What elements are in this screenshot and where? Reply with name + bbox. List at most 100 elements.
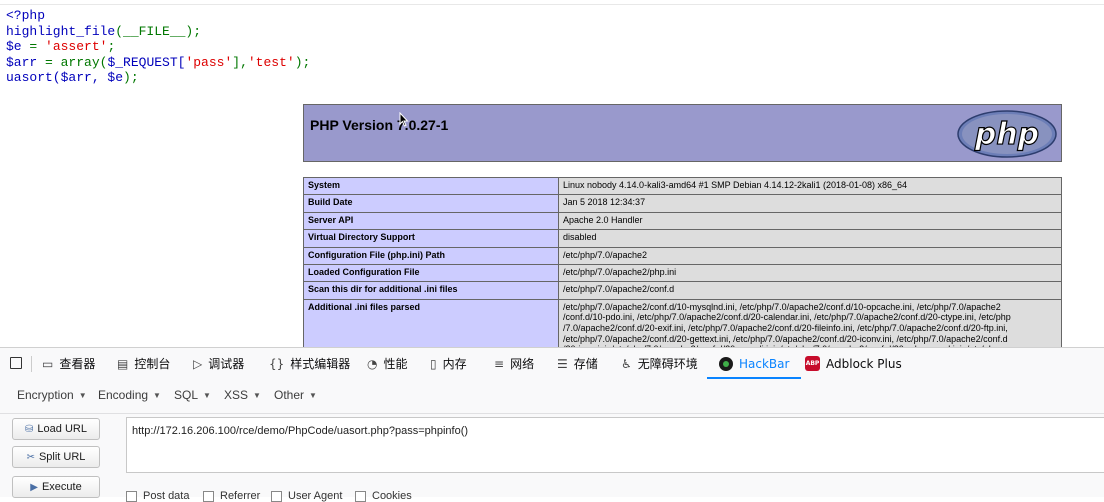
checkbox-cookies[interactable]: Cookies bbox=[355, 490, 412, 502]
menu-label: Encryption bbox=[17, 388, 74, 402]
top-divider bbox=[0, 4, 1104, 5]
tab-memory[interactable]: ▯ 内存 bbox=[430, 348, 467, 379]
tab-label: 内存 bbox=[442, 357, 467, 371]
adblock-icon: ABP bbox=[805, 356, 820, 371]
checkbox-box[interactable] bbox=[271, 490, 282, 502]
menu-label: Encoding bbox=[98, 388, 149, 402]
menu-xss[interactable]: XSS ▼ bbox=[224, 388, 261, 402]
load-icon: ⛁ bbox=[25, 423, 34, 435]
phpinfo-row-value: /etc/php/7.0/apache2 bbox=[558, 246, 1062, 265]
tab-console[interactable]: ▤ 控制台 bbox=[117, 348, 170, 379]
network-icon: ≡ bbox=[494, 356, 505, 371]
code-op: ; bbox=[107, 39, 116, 54]
row-label-text: System bbox=[308, 180, 341, 190]
tab-storage[interactable]: ☰ 存储 bbox=[557, 348, 598, 379]
phpinfo-row-value: Apache 2.0 Handler bbox=[558, 211, 1062, 231]
code-op: ); bbox=[294, 54, 311, 70]
url-textarea[interactable]: http://172.16.206.100/rce/demo/PhpCode/u… bbox=[126, 417, 1104, 473]
phpinfo-row: Build Date Jan 5 2018 12:34:37 bbox=[303, 194, 1062, 213]
tab-adblock-plus[interactable]: ABP Adblock Plus bbox=[805, 348, 902, 379]
row-value-text: disabled bbox=[563, 232, 597, 243]
code-str-pass: 'pass' bbox=[185, 54, 233, 70]
phpinfo-row-value: /etc/php/7.0/apache2/conf.d bbox=[558, 281, 1062, 300]
menu-sql[interactable]: SQL ▼ bbox=[174, 388, 211, 402]
element-picker-icon[interactable] bbox=[10, 357, 22, 369]
checkbox-label: Referrer bbox=[220, 490, 261, 502]
row-label-text: Build Date bbox=[308, 197, 353, 208]
menu-other[interactable]: Other ▼ bbox=[274, 388, 317, 402]
memory-icon: ▯ bbox=[430, 356, 437, 371]
execute-button[interactable]: ▶ Execute bbox=[12, 476, 100, 498]
phpinfo-row-value: Jan 5 2018 12:34:37 bbox=[558, 194, 1062, 213]
tab-inspector[interactable]: ▭ 查看器 bbox=[42, 348, 95, 379]
checkbox-referrer[interactable]: Referrer bbox=[203, 490, 260, 502]
tab-performance[interactable]: ◔ 性能 bbox=[367, 348, 408, 379]
checkbox-box[interactable] bbox=[203, 490, 214, 502]
row-value-text: /etc/php/7.0/apache2 bbox=[563, 249, 648, 260]
php-logo-text: php bbox=[974, 117, 1039, 152]
inspector-icon: ▭ bbox=[42, 356, 54, 371]
debugger-icon: ▷ bbox=[193, 356, 203, 371]
code-fn-uasort: uasort( bbox=[6, 70, 61, 85]
checkbox-box[interactable] bbox=[126, 490, 137, 502]
code-fn-highlight-file: highlight_file bbox=[6, 23, 116, 39]
code-var-e: $e bbox=[6, 39, 22, 54]
tab-label: 调试器 bbox=[208, 357, 245, 371]
checkbox-post-data[interactable]: Post data bbox=[126, 490, 189, 502]
url-value: http://172.16.206.100/rce/demo/PhpCode/u… bbox=[132, 425, 469, 437]
split-url-button[interactable]: ✂ Split URL bbox=[12, 446, 100, 468]
tab-debugger[interactable]: ▷ 调试器 bbox=[193, 348, 244, 379]
highlighted-source-code: <?php highlight_file(__FILE__); $e = 'as… bbox=[6, 8, 310, 86]
tab-label: 存储 bbox=[573, 357, 598, 371]
phpinfo-row-value: disabled bbox=[558, 229, 1062, 248]
ini-file-line: /etc/php/7.0/apache2/conf.d/10-mysqlnd.i… bbox=[563, 301, 1001, 312]
checkbox-label: User Agent bbox=[288, 490, 343, 502]
phpinfo-row-value: Linux nobody 4.14.0-kali3-amd64 #1 SMP D… bbox=[558, 176, 1062, 196]
phpinfo-row: Virtual Directory Support disabled bbox=[303, 229, 1062, 248]
phpinfo-row-label: Loaded Configuration File bbox=[303, 263, 559, 283]
load-url-button[interactable]: ⛁ Load URL bbox=[12, 418, 100, 440]
code-line-1: <?php bbox=[6, 8, 46, 23]
tab-label: HackBar bbox=[739, 356, 790, 371]
caret-down-icon: ▼ bbox=[78, 391, 87, 400]
code-fn-array: array( bbox=[60, 54, 108, 70]
button-label: Execute bbox=[41, 481, 82, 493]
button-label: Load URL bbox=[37, 423, 87, 435]
phpinfo-row-value: /etc/php/7.0/apache2/php.ini bbox=[558, 263, 1062, 283]
tab-style-editor[interactable]: {} 样式编辑器 bbox=[269, 348, 350, 379]
ini-file-line: /etc/php/7.0/apache2/conf.d/20-gettext.i… bbox=[563, 333, 1008, 344]
checkbox-label: Post data bbox=[143, 490, 190, 502]
mouse-cursor-icon bbox=[399, 112, 409, 127]
row-value-text: Jan 5 2018 12:34:37 bbox=[563, 197, 646, 208]
phpinfo-row: Loaded Configuration File/etc/php/7.0/ap… bbox=[303, 263, 1062, 283]
checkbox-user-agent[interactable]: User Agent bbox=[271, 490, 342, 502]
code-str-test: 'test' bbox=[247, 54, 295, 70]
tab-network[interactable]: ≡ 网络 bbox=[494, 348, 534, 379]
tab-label: Adblock Plus bbox=[826, 356, 902, 371]
phpinfo-row: Server API Apache 2.0 Handler bbox=[303, 211, 1062, 231]
code-str-assert: 'assert' bbox=[45, 39, 108, 54]
hackbar-icon bbox=[719, 356, 733, 371]
phpinfo-header: PHP Version 7.0.27-1 php bbox=[303, 104, 1062, 162]
row-label-text: Additional .ini files parsed bbox=[308, 301, 421, 312]
menu-label: Other bbox=[274, 388, 305, 402]
tab-label: 无障碍环境 bbox=[637, 357, 698, 371]
checkbox-box[interactable] bbox=[355, 490, 366, 502]
phpinfo-row-label: Server API bbox=[303, 211, 559, 231]
menu-encryption[interactable]: Encryption ▼ bbox=[17, 388, 87, 402]
hackbar-menubar: Encryption ▼ Encoding ▼ SQL ▼ XSS ▼ Other ▼ bbox=[0, 379, 1104, 414]
phpinfo-row: System Linux nobody 4.14.0-kali3-amd64 #1… bbox=[303, 176, 1062, 196]
caret-down-icon: ▼ bbox=[153, 391, 161, 400]
row-label-text: Virtual Directory Support bbox=[308, 232, 415, 243]
code-op: ], bbox=[232, 54, 248, 70]
tab-hackbar[interactable]: HackBar bbox=[707, 348, 802, 379]
phpinfo-row: Scan this dir for additional .ini files /… bbox=[303, 281, 1062, 300]
phpinfo-row-label: System bbox=[303, 176, 559, 196]
tab-accessibility[interactable]: ♿ 无障碍环境 bbox=[621, 348, 698, 379]
split-icon: ✂ bbox=[26, 451, 35, 463]
row-label-text: Loaded Configuration File bbox=[308, 266, 420, 277]
menu-encoding[interactable]: Encoding ▼ bbox=[98, 388, 161, 402]
checkbox-label: Cookies bbox=[372, 490, 412, 502]
phpinfo-row: Configuration File (php.ini) Path/etc/ph… bbox=[303, 246, 1062, 265]
row-label-text: Scan this dir for additional .ini files bbox=[308, 284, 458, 295]
